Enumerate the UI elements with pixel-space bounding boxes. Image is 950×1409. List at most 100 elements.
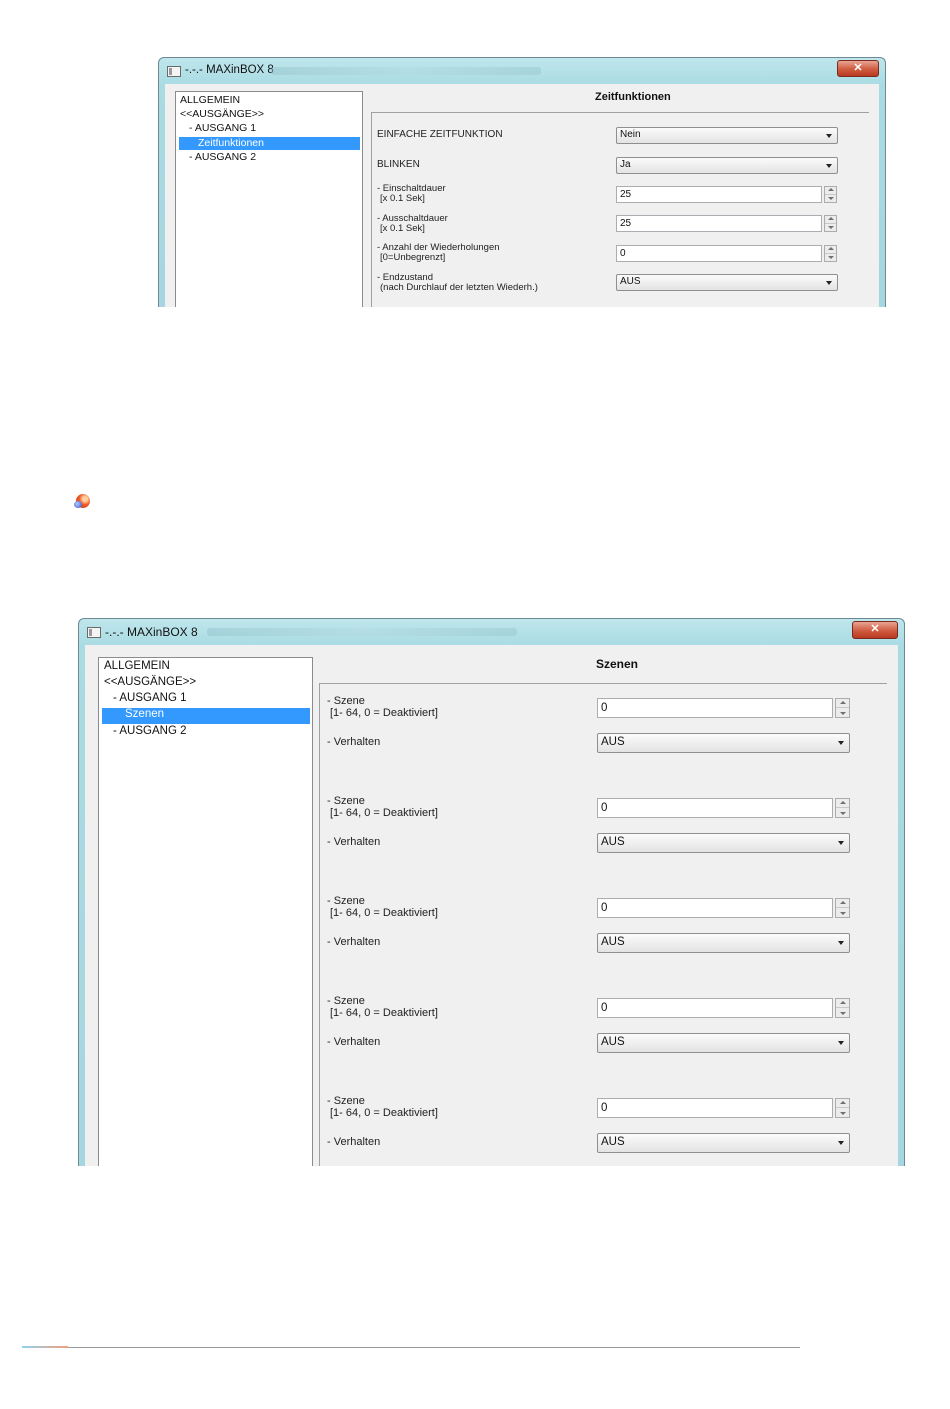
verhalten-2-select[interactable]: AUS xyxy=(597,833,850,853)
tree-item-zeitfunktionen[interactable]: Zeitfunktionen xyxy=(179,137,360,150)
spin-down-icon[interactable] xyxy=(836,808,849,817)
tree-item-ausgaenge[interactable]: <<AUSGÄNGE>> xyxy=(102,676,310,688)
chevron-down-icon xyxy=(838,941,844,945)
tree-item-szenen[interactable]: Szenen xyxy=(102,708,310,724)
chevron-down-icon xyxy=(838,1141,844,1145)
spin-down-icon[interactable] xyxy=(825,195,836,203)
einschaltdauer-spinner[interactable] xyxy=(824,186,837,203)
einschaltdauer-label: - Einschaltdauer [x 0.1 Sek] xyxy=(377,184,446,204)
verhalten-1-label: - Verhalten xyxy=(327,736,381,748)
tree-item-ausgang-2[interactable]: - AUSGANG 2 xyxy=(179,151,360,163)
selected-value: AUS xyxy=(601,736,625,748)
window-icon xyxy=(87,627,101,638)
spin-up-icon[interactable] xyxy=(825,246,836,254)
endzustand-select[interactable]: AUS xyxy=(616,274,838,291)
ausschaltdauer-spinner[interactable] xyxy=(824,215,837,232)
verhalten-3-select[interactable]: AUS xyxy=(597,933,850,953)
szene-3-label-line2: [1- 64, 0 = Deaktiviert] xyxy=(330,906,438,919)
einschaltdauer-label-line2: [x 0.1 Sek] xyxy=(380,192,425,204)
szene-2-label-line1: - Szene xyxy=(327,795,365,807)
einfache-zeitfunktion-select[interactable]: Nein xyxy=(616,127,838,144)
title-bar[interactable]: -.-.- MAXinBOX 8 ✕ xyxy=(79,619,904,645)
window-title: -.-.- MAXinBOX 8 xyxy=(105,625,198,639)
close-button[interactable]: ✕ xyxy=(837,60,879,77)
chevron-down-icon xyxy=(838,1041,844,1045)
wiederholungen-spinner[interactable] xyxy=(824,245,837,262)
endzustand-label-line2: (nach Durchlauf der letzten Wiederh.) xyxy=(380,281,538,293)
verhalten-3-label: - Verhalten xyxy=(327,936,381,948)
szene-4-spinner[interactable] xyxy=(835,998,850,1018)
chevron-down-icon xyxy=(838,741,844,745)
selected-value: AUS xyxy=(601,1136,625,1148)
chevron-down-icon xyxy=(838,841,844,845)
szene-3-spinner[interactable] xyxy=(835,898,850,918)
ausschaltdauer-label-line2: [x 0.1 Sek] xyxy=(380,222,425,234)
spin-up-icon[interactable] xyxy=(836,999,849,1008)
szene-4-label-line2: [1- 64, 0 = Deaktiviert] xyxy=(330,1006,438,1019)
verhalten-4-select[interactable]: AUS xyxy=(597,1033,850,1053)
verhalten-1-select[interactable]: AUS xyxy=(597,733,850,753)
tree-item-ausgaenge[interactable]: <<AUSGÄNGE>> xyxy=(179,108,360,120)
close-button[interactable]: ✕ xyxy=(852,621,898,639)
endzustand-label: - Endzustand (nach Durchlauf der letzten… xyxy=(377,273,538,293)
szene-1-label-line1: - Szene xyxy=(327,695,365,707)
szene-2-label: - Szene [1- 64, 0 = Deaktiviert] xyxy=(327,795,438,819)
szene-2-label-line2: [1- 64, 0 = Deaktiviert] xyxy=(330,806,438,819)
selected-value: AUS xyxy=(601,836,625,848)
spin-down-icon[interactable] xyxy=(836,1008,849,1017)
verhalten-5-select[interactable]: AUS xyxy=(597,1133,850,1153)
navigation-tree: ALLGEMEIN <<AUSGÄNGE>> - AUSGANG 1 Zeitf… xyxy=(175,91,363,307)
szene-1-input[interactable] xyxy=(597,698,833,718)
szene-1-label-line2: [1- 64, 0 = Deaktiviert] xyxy=(330,706,438,719)
parameter-panel xyxy=(319,683,887,1166)
blurred-title-details xyxy=(271,67,541,75)
selected-value: Ja xyxy=(620,159,631,170)
zeitfunktionen-window: -.-.- MAXinBOX 8 ✕ ALLGEMEIN <<AUSGÄNGE>… xyxy=(158,57,886,307)
szene-4-label-line1: - Szene xyxy=(327,995,365,1007)
tree-item-allgemein[interactable]: ALLGEMEIN xyxy=(102,660,310,672)
selected-value: AUS xyxy=(601,936,625,948)
spin-down-icon[interactable] xyxy=(825,224,836,232)
tree-item-allgemein[interactable]: ALLGEMEIN xyxy=(179,94,360,106)
spin-up-icon[interactable] xyxy=(836,799,849,808)
section-title: Zeitfunktionen xyxy=(595,91,671,103)
spin-up-icon[interactable] xyxy=(836,899,849,908)
ausschaltdauer-label: - Ausschaltdauer [x 0.1 Sek] xyxy=(377,214,448,234)
selected-value: AUS xyxy=(601,1036,625,1048)
ausschaltdauer-input[interactable] xyxy=(616,215,822,232)
szene-5-label-line1: - Szene xyxy=(327,1095,365,1107)
einschaltdauer-input[interactable] xyxy=(616,186,822,203)
szene-1-spinner[interactable] xyxy=(835,698,850,718)
spin-down-icon[interactable] xyxy=(836,908,849,917)
spin-down-icon[interactable] xyxy=(825,254,836,262)
szene-5-spinner[interactable] xyxy=(835,1098,850,1118)
spin-up-icon[interactable] xyxy=(836,1099,849,1108)
wiederholungen-label-line2: [0=Unbegrenzt] xyxy=(380,251,446,263)
section-title: Szenen xyxy=(596,657,639,671)
szene-4-input[interactable] xyxy=(597,998,833,1018)
szene-5-label: - Szene [1- 64, 0 = Deaktiviert] xyxy=(327,1095,438,1119)
chevron-down-icon xyxy=(826,163,832,168)
verhalten-2-label: - Verhalten xyxy=(327,836,381,848)
tree-item-ausgang-2[interactable]: - AUSGANG 2 xyxy=(102,725,310,737)
blinken-select[interactable]: Ja xyxy=(616,157,838,174)
szenen-window: -.-.- MAXinBOX 8 ✕ ALLGEMEIN <<AUSGÄNGE>… xyxy=(78,618,905,1166)
szene-3-input[interactable] xyxy=(597,898,833,918)
spin-down-icon[interactable] xyxy=(836,1108,849,1117)
spin-down-icon[interactable] xyxy=(836,708,849,717)
wiederholungen-input[interactable] xyxy=(616,245,822,262)
verhalten-5-label: - Verhalten xyxy=(327,1136,381,1148)
tree-item-ausgang-1[interactable]: - AUSGANG 1 xyxy=(102,692,310,704)
spin-up-icon[interactable] xyxy=(825,187,836,195)
szene-2-spinner[interactable] xyxy=(835,798,850,818)
selected-value: Nein xyxy=(620,129,641,140)
szene-2-input[interactable] xyxy=(597,798,833,818)
spin-up-icon[interactable] xyxy=(825,216,836,224)
title-bar[interactable]: -.-.- MAXinBOX 8 ✕ xyxy=(159,58,885,84)
szene-3-label: - Szene [1- 64, 0 = Deaktiviert] xyxy=(327,895,438,919)
szene-5-input[interactable] xyxy=(597,1098,833,1118)
tree-item-ausgang-1[interactable]: - AUSGANG 1 xyxy=(179,122,360,134)
szene-1-label: - Szene [1- 64, 0 = Deaktiviert] xyxy=(327,695,438,719)
bullet-icon xyxy=(74,494,90,508)
spin-up-icon[interactable] xyxy=(836,699,849,708)
